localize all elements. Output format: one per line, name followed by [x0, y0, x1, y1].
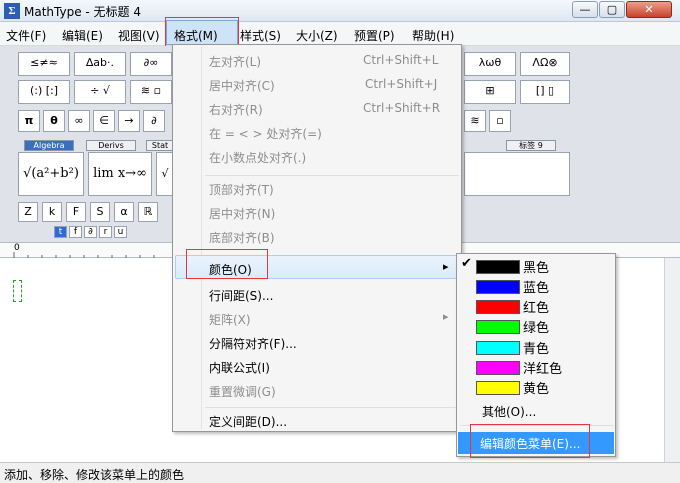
tab-algebra[interactable]: Algebra — [24, 140, 74, 151]
color-swatch-black[interactable] — [476, 260, 520, 274]
shortcut-align-left: Ctrl+Shift+L — [363, 53, 439, 67]
color-label-cyan[interactable]: 青色 — [523, 338, 549, 357]
infinity-symbol-button[interactable]: ∞ — [68, 110, 90, 132]
subscript-template-button[interactable]: ▫ — [489, 110, 511, 132]
checkmark-icon: ✔ — [461, 256, 472, 271]
symbol-z-button[interactable]: Z — [18, 202, 38, 222]
edit-color-menu-highlight-frame — [470, 424, 590, 458]
greek-uppercase-palette-button[interactable]: ΛΩ⊗ — [520, 52, 570, 76]
symbol-real-button[interactable]: ℝ — [138, 202, 158, 222]
color-swatch-red[interactable] — [476, 300, 520, 314]
color-swatch-green[interactable] — [476, 320, 520, 334]
tab-9[interactable]: 标签 9 — [506, 140, 556, 151]
color-label-black[interactable]: 黑色 — [523, 257, 549, 276]
tab-derivs[interactable]: Derivs — [86, 140, 136, 151]
partial-symbol-button[interactable]: ∂ — [143, 110, 165, 132]
matrices-palette-button[interactable]: ⊞ — [464, 80, 516, 104]
menu-item-align-top[interactable]: 顶部对齐(T) — [209, 181, 274, 198]
menu-item-align-bottom[interactable]: 底部对齐(B) — [209, 229, 275, 246]
color-label-yellow[interactable]: 黄色 — [523, 378, 549, 397]
pi-symbol-button[interactable]: π — [18, 110, 40, 132]
menu-help[interactable]: 帮助(H) — [412, 27, 454, 44]
shortcut-align-right: Ctrl+Shift+R — [363, 101, 441, 115]
spaces-ellipses-palette-button[interactable]: ∆ab·. — [74, 52, 126, 76]
color-label-magenta[interactable]: 洋红色 — [523, 358, 562, 377]
color-label-green[interactable]: 绿色 — [523, 317, 549, 336]
menu-preferences[interactable]: 预置(P) — [354, 27, 395, 44]
greek-lowercase-palette-button[interactable]: λωθ — [464, 52, 516, 76]
color-swatch-blue[interactable] — [476, 280, 520, 294]
small-tab-f-button[interactable]: f — [69, 226, 82, 238]
submenu-arrow-icon: ▸ — [443, 310, 449, 323]
fences-palette-button[interactable]: (:) [:] — [18, 80, 70, 104]
maximize-button[interactable]: ▢ — [599, 1, 625, 18]
menu-item-align-at-decimal[interactable]: 在小数点处对齐(.) — [209, 149, 306, 166]
color-item-highlight-frame — [186, 249, 268, 279]
color-swatch-magenta[interactable] — [476, 361, 520, 375]
menu-item-define-spacing[interactable]: 定义间距(D)... — [209, 413, 287, 430]
menu-item-align-at-relations[interactable]: 在 = < > 处对齐(=) — [209, 125, 322, 142]
color-swatch-cyan[interactable] — [476, 341, 520, 355]
small-tab-d-button[interactable]: ∂ — [84, 226, 97, 238]
menu-style[interactable]: 样式(S) — [240, 27, 281, 44]
small-tab-r-button[interactable]: r — [99, 226, 112, 238]
right-arrow-symbol-button[interactable]: → — [118, 110, 140, 132]
menu-size[interactable]: 大小(Z) — [296, 27, 338, 44]
sqrt-template-button[interactable]: √(a²+b²) — [18, 152, 84, 196]
element-of-symbol-button[interactable]: ∈ — [93, 110, 115, 132]
menu-item-other-colors[interactable]: 其他(O)... — [482, 403, 536, 420]
boxes-palette-button[interactable]: [] ▯ — [520, 80, 570, 104]
window-title: MathType - 无标题 4 — [24, 5, 141, 19]
shortcut-align-center: Ctrl+Shift+J — [365, 77, 438, 91]
embellishments-palette-button[interactable]: ∂∞ — [130, 52, 172, 76]
menu-separator — [205, 407, 459, 408]
insertion-point-slot[interactable] — [13, 280, 22, 302]
template-slot-right[interactable] — [464, 152, 570, 196]
close-button[interactable]: ✕ — [626, 1, 672, 18]
vertical-scrollbar[interactable] — [664, 258, 680, 462]
menu-item-inline-equation[interactable]: 内联公式(I) — [209, 359, 270, 376]
title-bar: Σ MathType - 无标题 4 — ▢ ✕ — [0, 0, 680, 22]
menu-separator — [205, 175, 459, 176]
minimize-button[interactable]: — — [572, 1, 598, 18]
small-tab-t-button[interactable]: t — [54, 226, 67, 238]
menu-item-align-left[interactable]: 左对齐(L) — [209, 53, 261, 70]
symbol-alpha-button[interactable]: α — [114, 202, 134, 222]
menu-view[interactable]: 视图(V) — [118, 27, 160, 44]
fractions-radicals-palette-button[interactable]: ÷ √ — [74, 80, 126, 104]
color-swatch-yellow[interactable] — [476, 381, 520, 395]
menu-item-align-middle[interactable]: 居中对齐(N) — [209, 205, 275, 222]
status-text: 添加、移除、修改该菜单上的颜色 — [4, 468, 185, 482]
status-bar: 添加、移除、修改该菜单上的颜色 — [0, 462, 680, 483]
color-label-red[interactable]: 红色 — [523, 297, 549, 316]
menu-item-align-center[interactable]: 居中对齐(C) — [209, 77, 275, 94]
theta-symbol-button[interactable]: θ — [43, 110, 65, 132]
format-dropdown-menu: 左对齐(L) Ctrl+Shift+L 居中对齐(C) Ctrl+Shift+J… — [172, 44, 462, 432]
subscripts-palette-button[interactable]: ≋ ▫ — [130, 80, 172, 104]
menu-item-matrix[interactable]: 矩阵(X) — [209, 311, 251, 328]
menu-icon-gutter — [201, 47, 202, 429]
small-tab-u-button[interactable]: u — [114, 226, 127, 238]
symbol-f-button[interactable]: F — [66, 202, 86, 222]
submenu-arrow-icon: ▸ — [443, 260, 449, 273]
color-label-blue[interactable]: 蓝色 — [523, 277, 549, 296]
limit-template-button[interactable]: lim x→∞ — [88, 152, 152, 196]
symbol-s-button[interactable]: S — [90, 202, 110, 222]
menu-bar: 文件(F) 编辑(E) 视图(V) 格式(M) 样式(S) 大小(Z) 预置(P… — [0, 20, 680, 46]
menu-item-reset-nudge[interactable]: 重置微调(G) — [209, 383, 276, 400]
relations-palette-button[interactable]: ≤≠≈ — [18, 52, 70, 76]
mathtype-app-icon[interactable]: Σ — [4, 3, 20, 19]
integral-template-button[interactable]: ≋ — [464, 110, 486, 132]
menu-item-separator-align[interactable]: 分隔符对齐(F)... — [209, 335, 297, 352]
tab-statistics[interactable]: Stat — [146, 140, 174, 151]
menu-item-line-spacing[interactable]: 行间距(S)... — [209, 287, 273, 304]
menu-file[interactable]: 文件(F) — [6, 27, 46, 44]
menu-edit[interactable]: 编辑(E) — [62, 27, 103, 44]
symbol-k-button[interactable]: k — [42, 202, 62, 222]
menu-item-align-right[interactable]: 右对齐(R) — [209, 101, 263, 118]
